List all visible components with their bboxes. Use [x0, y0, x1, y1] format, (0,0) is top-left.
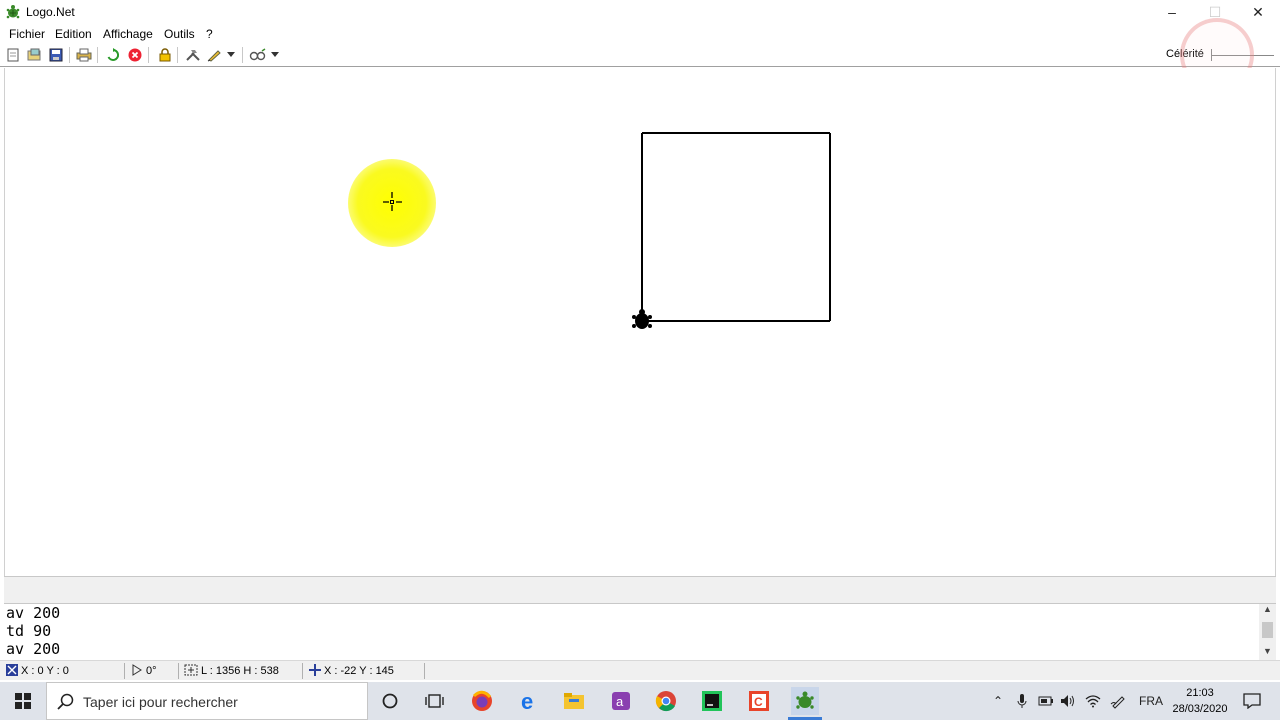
- menu-bar: Fichier Edition Affichage Outils ?: [0, 24, 1280, 43]
- edge-icon[interactable]: e: [515, 687, 543, 715]
- status-divider: [302, 663, 303, 679]
- lock-icon[interactable]: [156, 46, 174, 64]
- drawing-canvas[interactable]: [4, 68, 1276, 576]
- menu-fichier[interactable]: Fichier: [9, 27, 45, 41]
- svg-text:a: a: [616, 694, 624, 709]
- canvas-size-icon: [184, 664, 198, 679]
- heading-icon: [131, 663, 143, 679]
- turtle-status-icon: [6, 663, 18, 679]
- close-button[interactable]: ✕: [1236, 0, 1280, 24]
- menu-affichage[interactable]: Affichage: [103, 27, 153, 41]
- open-file-icon[interactable]: [25, 46, 43, 64]
- task-view-icon[interactable]: [421, 687, 449, 715]
- refresh-icon[interactable]: [104, 46, 122, 64]
- console-line: av 200: [6, 640, 61, 658]
- logo-net-taskbar-icon[interactable]: [791, 687, 819, 715]
- toolbar-separator: [69, 47, 70, 63]
- status-bar: X : 0 Y : 0 0° L : 1356 H : 538 X : -22 …: [0, 660, 1280, 680]
- pycharm-icon[interactable]: [698, 687, 726, 715]
- app-c-icon[interactable]: C: [745, 687, 773, 715]
- title-bar: Logo.Net – ☐ ✕: [0, 0, 1280, 24]
- language-indicator[interactable]: FRA: [1139, 682, 1163, 720]
- turtle-view-icon[interactable]: [249, 46, 267, 64]
- menu-help[interactable]: ?: [206, 27, 213, 41]
- heading-status: 0°: [131, 663, 157, 679]
- chrome-icon[interactable]: [652, 687, 680, 715]
- toolbar-separator: [177, 47, 178, 63]
- turtle-drawing: [383, 132, 831, 329]
- panel-splitter[interactable]: [4, 576, 1276, 604]
- status-divider: [424, 663, 425, 679]
- battery-icon[interactable]: [1038, 682, 1054, 720]
- console-scrollbar[interactable]: ▲ ▼: [1259, 604, 1276, 660]
- system-clock[interactable]: 21:03 28/03/2020: [1165, 685, 1235, 717]
- wifi-icon[interactable]: [1085, 682, 1101, 720]
- scrollbar-thumb[interactable]: [1262, 622, 1273, 638]
- volume-icon[interactable]: [1060, 682, 1076, 720]
- turtle-position-status: X : 0 Y : 0: [6, 663, 69, 679]
- scroll-down-icon[interactable]: ▼: [1259, 646, 1276, 660]
- microphone-icon[interactable]: [1017, 682, 1027, 720]
- firefox-icon[interactable]: [468, 687, 496, 715]
- file-explorer-icon[interactable]: [560, 687, 588, 715]
- scroll-up-icon[interactable]: ▲: [1259, 604, 1276, 618]
- mouse-position-status: X : -22 Y : 145: [309, 663, 394, 679]
- toolbar-separator: [242, 47, 243, 63]
- menu-outils[interactable]: Outils: [164, 27, 195, 41]
- turtle-app-icon: [6, 5, 20, 19]
- save-icon[interactable]: [47, 46, 65, 64]
- pen-icon[interactable]: [206, 46, 224, 64]
- new-file-icon[interactable]: [4, 46, 22, 64]
- windows-start-button[interactable]: [0, 682, 46, 720]
- print-icon[interactable]: [75, 46, 93, 64]
- svg-text:e: e: [521, 690, 533, 712]
- tray-overflow-chevron-icon[interactable]: ⌃: [993, 682, 1003, 720]
- notifications-icon[interactable]: [1243, 682, 1261, 720]
- clock-time: 21:03: [1186, 687, 1214, 699]
- turtle-icon: [632, 309, 652, 329]
- stop-icon[interactable]: [126, 46, 144, 64]
- taskbar: Taper ici pour rechercher e a C ⌃ FRA 21…: [0, 682, 1280, 720]
- canvas-size-status: L : 1356 H : 538: [184, 663, 279, 679]
- pen-workspace-icon[interactable]: [1110, 682, 1126, 720]
- svg-text:C: C: [754, 695, 763, 709]
- windows-logo-icon: [15, 693, 31, 709]
- menu-edition[interactable]: Edition: [55, 27, 92, 41]
- search-icon: [57, 693, 74, 710]
- toolbar: Célérité: [0, 43, 1280, 67]
- minimize-button[interactable]: –: [1150, 0, 1194, 24]
- office-icon[interactable]: a: [607, 687, 635, 715]
- toolbar-separator: [97, 47, 98, 63]
- tools-icon[interactable]: [184, 46, 202, 64]
- crosshair-cursor-icon: [383, 192, 402, 211]
- status-divider: [124, 663, 125, 679]
- console-line: td 90: [6, 622, 52, 640]
- mouse-cross-icon: [309, 663, 321, 679]
- pen-dropdown-chevron-icon[interactable]: [225, 46, 237, 64]
- toolbar-separator: [148, 47, 149, 63]
- clock-date: 28/03/2020: [1172, 703, 1228, 715]
- command-console[interactable]: av 200 td 90 av 200 ▲ ▼: [4, 604, 1276, 660]
- taskbar-search-input[interactable]: Taper ici pour rechercher: [46, 682, 368, 720]
- cortana-icon[interactable]: [376, 687, 404, 715]
- console-line: av 200: [6, 604, 61, 622]
- window-title: Logo.Net: [26, 5, 75, 19]
- status-divider: [178, 663, 179, 679]
- view-dropdown-chevron-icon[interactable]: [269, 46, 281, 64]
